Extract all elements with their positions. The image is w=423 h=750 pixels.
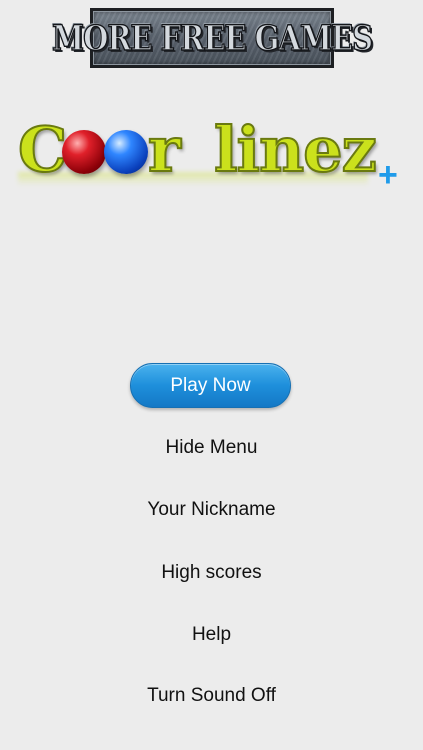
help-button[interactable]: Help	[0, 624, 423, 646]
plus-icon: +	[378, 156, 398, 194]
your-nickname-button[interactable]: Your Nickname	[0, 499, 423, 521]
blue-ball-icon	[104, 130, 148, 174]
high-scores-button[interactable]: High scores	[0, 562, 423, 584]
logo-letter-r: r	[147, 112, 182, 187]
logo-word-linez: linez	[213, 112, 378, 187]
turn-sound-off-button[interactable]: Turn Sound Off	[0, 685, 423, 707]
play-now-button[interactable]: Play Now	[130, 363, 291, 408]
logo-letter-c: C	[17, 112, 68, 187]
more-free-games-label: MORE FREE GAMES	[51, 17, 373, 59]
red-ball-icon	[62, 130, 106, 174]
more-free-games-banner[interactable]: MORE FREE GAMES	[51, 8, 374, 68]
hide-menu-button[interactable]: Hide Menu	[0, 437, 423, 459]
color-linez-logo: C r linez +	[17, 110, 408, 200]
